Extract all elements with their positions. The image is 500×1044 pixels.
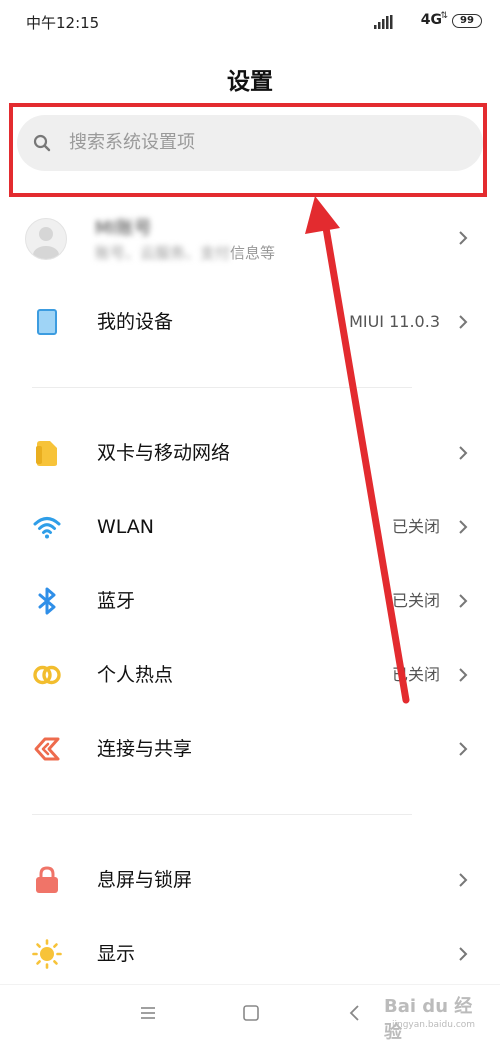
row-label: 连接与共享: [97, 738, 193, 760]
chevron-right-icon: [459, 742, 468, 756]
row-label: 蓝牙: [97, 590, 136, 612]
account-subtitle: 账号、云服务、支付信息等: [95, 242, 275, 263]
chevron-right-icon: [459, 594, 468, 608]
row-label: 双卡与移动网络: [97, 442, 231, 464]
device-icon: [37, 309, 57, 335]
section-divider: [32, 387, 412, 388]
annotation-highlight-box: [9, 103, 487, 197]
settings-row-display[interactable]: 显示: [0, 924, 500, 984]
settings-row-bluetooth[interactable]: 蓝牙 已关闭: [0, 571, 500, 631]
connection-share-icon: [34, 737, 60, 761]
lock-icon: [36, 866, 58, 893]
settings-row-wlan[interactable]: WLAN 已关闭: [0, 497, 500, 557]
settings-row-hotspot[interactable]: 个人热点 已关闭: [0, 645, 500, 705]
account-subtitle-blurred: 账号、云服务、支付: [95, 244, 231, 262]
wifi-icon: [33, 517, 61, 539]
settings-row-my-device[interactable]: 我的设备 MIUI 11.0.3: [0, 292, 500, 352]
account-row[interactable]: MI账号 账号、云服务、支付信息等: [0, 200, 500, 280]
avatar-placeholder-icon: [33, 227, 59, 259]
row-value: 已关闭: [391, 665, 440, 684]
row-label: 显示: [97, 943, 136, 965]
baidu-watermark: Bai du 经验 jingyan.baidu.com: [384, 992, 478, 1043]
menu-icon[interactable]: [138, 1003, 158, 1023]
network-arrows-icon: ⇅: [440, 11, 448, 21]
sim-card-icon: [36, 441, 57, 466]
watermark-url: jingyan.baidu.com: [392, 1020, 476, 1030]
section-divider: [32, 814, 412, 815]
row-label: 息屏与锁屏: [97, 869, 193, 891]
row-value: 已关闭: [391, 591, 440, 610]
account-subtitle-visible: 信息等: [230, 244, 276, 262]
settings-row-lock-screen[interactable]: 息屏与锁屏: [0, 850, 500, 910]
sun-icon: [32, 939, 62, 969]
hotspot-icon: [33, 665, 61, 685]
home-icon[interactable]: [241, 1003, 261, 1023]
avatar: [25, 218, 67, 260]
bluetooth-icon: [38, 587, 56, 615]
row-value: MIUI 11.0.3: [349, 312, 440, 331]
row-value: 已关闭: [391, 517, 440, 536]
battery-indicator: 99: [452, 14, 482, 28]
signal-icon: [374, 15, 393, 29]
chevron-right-icon: [459, 231, 468, 245]
chevron-right-icon: [459, 315, 468, 329]
back-icon[interactable]: [345, 1003, 365, 1023]
page-title: 设置: [227, 69, 273, 95]
settings-row-sim[interactable]: 双卡与移动网络: [0, 423, 500, 483]
network-type: 4G: [420, 12, 442, 28]
account-name: MI账号: [95, 218, 152, 239]
status-time: 中午12:15: [26, 14, 100, 32]
status-bar: 中午12:15 4G ⇅ 99: [0, 0, 500, 44]
row-label: 个人热点: [97, 664, 174, 686]
chevron-right-icon: [459, 520, 468, 534]
chevron-right-icon: [459, 873, 468, 887]
chevron-right-icon: [459, 446, 468, 460]
row-label: WLAN: [97, 516, 155, 538]
settings-row-connection-sharing[interactable]: 连接与共享: [0, 719, 500, 779]
chevron-right-icon: [459, 947, 468, 961]
row-label: 我的设备: [97, 311, 174, 333]
chevron-right-icon: [459, 668, 468, 682]
